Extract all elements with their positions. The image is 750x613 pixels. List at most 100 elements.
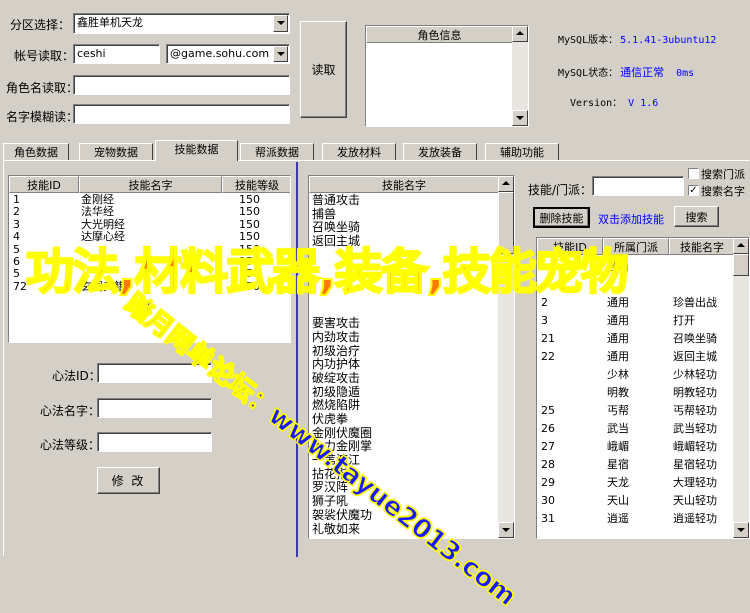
role-read-label: 角色名读取：	[6, 81, 79, 95]
list-item[interactable]: 伏虎拳	[312, 412, 498, 427]
available-sect-cell: 少林	[607, 368, 629, 381]
table-row[interactable]: 30 天山 天山轻功	[537, 492, 733, 510]
list-item[interactable]: 内功护体	[312, 358, 498, 372]
list-item[interactable]: 燃烧陷阱	[312, 399, 498, 413]
mysql-latency: 0ms	[676, 68, 695, 79]
app-version-label: Version：	[570, 98, 623, 109]
search-name-checkbox[interactable]: ✓	[688, 185, 699, 196]
table-row[interactable]: 少林 少林轻功	[537, 366, 733, 384]
available-name-cell: 少林轻功	[673, 368, 717, 381]
skill-sect-search-input[interactable]	[592, 176, 684, 196]
tab-pet-data[interactable]: 宠物数据	[79, 143, 153, 160]
table-row[interactable]: 29 天龙 大理轻功	[537, 474, 733, 492]
scroll-down-icon[interactable]	[733, 522, 749, 538]
xinfa-id-label: 心法ID：	[52, 369, 101, 383]
available-name-cell: 召唤坐骑	[673, 332, 717, 345]
table-row[interactable]: 31 逍遥 逍遥轻功	[537, 510, 733, 528]
available-name-cell: 武当轻功	[673, 422, 717, 435]
role-name-input[interactable]	[73, 75, 290, 95]
modify-button[interactable]: 修 改	[97, 467, 160, 494]
chevron-down-icon[interactable]	[273, 15, 288, 32]
table-row[interactable]: 21 通用 召唤坐骑	[537, 330, 733, 348]
name-fuzzy-input[interactable]	[73, 104, 290, 124]
available-sect-cell: 通用	[607, 350, 629, 363]
available-name-cell: 大理轻功	[673, 476, 717, 489]
scroll-up-icon[interactable]	[498, 176, 514, 192]
tab-guild-data[interactable]: 帮派数据	[240, 143, 314, 160]
available-name-cell: 天山轻功	[673, 494, 717, 507]
available-id-cell: 26	[541, 422, 555, 435]
skill-names-header[interactable]: 技能名字	[309, 176, 499, 193]
skills-header-id[interactable]: 技能ID	[9, 176, 79, 193]
account-input[interactable]: ceshi	[73, 44, 160, 64]
search-button[interactable]: 搜索	[674, 206, 719, 227]
available-name-cell: 星宿轻功	[673, 458, 717, 471]
available-sect-cell: 丐帮	[607, 404, 629, 417]
available-sect-cell: 明教	[607, 386, 629, 399]
account-read-label: 帐号读取：	[14, 49, 75, 63]
search-sect-label: 搜索门派	[701, 168, 745, 181]
chevron-down-icon[interactable]	[273, 46, 288, 62]
available-name-cell: 峨嵋轻功	[673, 440, 717, 453]
domain-select[interactable]: @game.sohu.com	[166, 44, 290, 64]
tab-skill-data[interactable]: 技能数据	[155, 140, 238, 161]
scroll-down-icon[interactable]	[512, 110, 528, 126]
available-sect-cell: 逍遥	[607, 512, 629, 525]
table-row[interactable]: 22 通用 返回主城	[537, 348, 733, 366]
tab-role-data[interactable]: 角色数据	[3, 143, 69, 160]
table-row[interactable]: 27 峨嵋 峨嵋轻功	[537, 438, 733, 456]
table-row[interactable]: 26 武当 武当轻功	[537, 420, 733, 438]
skill-id-cell: 72	[13, 279, 27, 293]
panel-divider	[296, 162, 298, 557]
skills-header-level[interactable]: 技能等级	[222, 176, 290, 193]
search-name-label: 搜索名字	[701, 185, 745, 198]
role-info-header[interactable]: 角色信息	[366, 26, 513, 43]
delete-skill-button[interactable]: 删除技能	[533, 207, 590, 228]
role-info-scrollbar[interactable]	[512, 26, 528, 126]
available-name-cell: 明教轻功	[673, 386, 717, 399]
read-button[interactable]: 读取	[300, 21, 347, 118]
available-sect-cell: 星宿	[607, 458, 629, 471]
xinfa-level-input[interactable]	[97, 432, 212, 452]
search-sect-checkbox[interactable]	[688, 168, 699, 179]
available-id-cell: 31	[541, 512, 555, 525]
list-item[interactable]: 要害攻击	[312, 316, 498, 331]
list-item[interactable]: 破绽攻击	[312, 371, 498, 386]
available-name-cell: 打开	[673, 314, 695, 327]
skills-header-name[interactable]: 技能名字	[79, 176, 222, 193]
table-row[interactable]: 2 法华经 150	[9, 205, 290, 219]
available-name-cell: 逍遥轻功	[673, 512, 717, 525]
available-id-cell: 21	[541, 332, 555, 345]
table-row[interactable]: 25 丐帮 丐帮轻功	[537, 402, 733, 420]
table-row[interactable]: 28 星宿 星宿轻功	[537, 456, 733, 474]
available-id-cell: 29	[541, 476, 555, 489]
domain-select-value: @game.sohu.com	[170, 47, 270, 60]
account-input-value: ceshi	[77, 47, 106, 60]
available-id-cell: 28	[541, 458, 555, 471]
scroll-up-icon[interactable]	[512, 26, 528, 42]
checkmark-icon: ✓	[689, 185, 698, 196]
server-select[interactable]: 鑫胜单机天龙	[73, 13, 290, 34]
server-select-label: 分区选择：	[10, 18, 71, 32]
list-item[interactable]: 捕兽	[312, 207, 498, 222]
available-sect-cell: 天山	[607, 494, 629, 507]
tab-auxiliary[interactable]: 辅助功能	[485, 143, 559, 160]
available-id-cell: 3	[541, 314, 548, 327]
mysql-status-label: MySQL状态：	[558, 68, 619, 79]
list-item[interactable]: 内劲攻击	[312, 330, 498, 345]
server-select-value: 鑫胜单机天龙	[77, 16, 143, 29]
role-info-list[interactable]: 角色信息	[365, 25, 529, 127]
list-item[interactable]: 初级治疗	[312, 344, 498, 359]
mysql-status: MySQL状态： 通信正常 0ms	[558, 64, 694, 80]
tab-issue-equipment[interactable]: 发放装备	[403, 143, 477, 160]
available-name-cell: 丐帮轻功	[673, 404, 717, 417]
skill-names-scrollbar[interactable]	[498, 176, 514, 538]
table-row[interactable]: 3 通用 打开	[537, 312, 733, 330]
xinfa-name-input[interactable]	[97, 398, 212, 418]
table-row[interactable]: 明教 明教轻功	[537, 384, 733, 402]
app-version: Version： V 1.6	[570, 94, 658, 109]
scroll-down-icon[interactable]	[498, 522, 514, 538]
skill-id-cell: 2	[13, 205, 20, 219]
list-item[interactable]: 普通攻击	[312, 193, 498, 208]
tab-issue-materials[interactable]: 发放材料	[322, 143, 396, 160]
